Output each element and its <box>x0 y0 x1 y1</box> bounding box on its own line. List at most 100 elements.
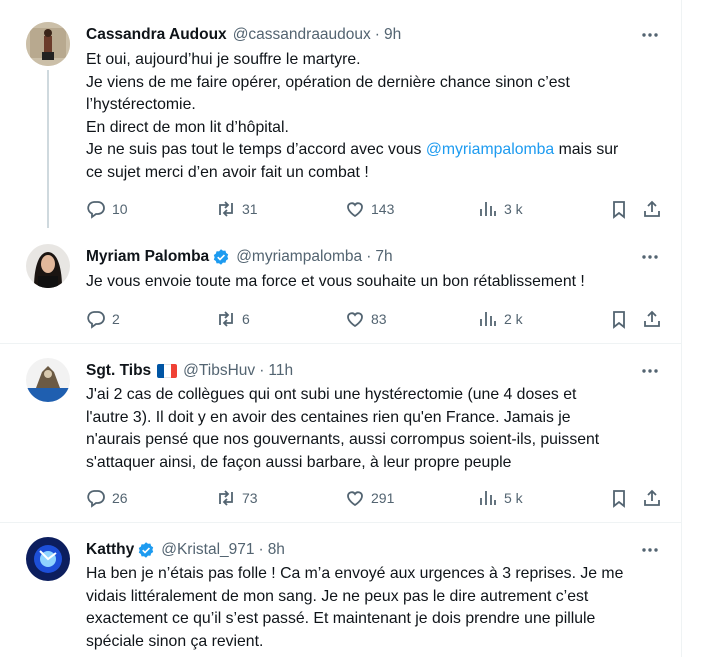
bookmark-icon <box>613 311 625 329</box>
reply-count: 26 <box>112 490 128 506</box>
flag-stripe <box>163 364 171 378</box>
mention-link[interactable]: @myriampalomba <box>426 141 554 158</box>
verified-badge-icon <box>139 542 154 558</box>
retweet-button[interactable]: 31 <box>216 197 258 221</box>
tweet-time[interactable]: 7h <box>375 248 392 266</box>
avatar-myriam[interactable] <box>26 244 70 288</box>
avatar-cassandra[interactable] <box>26 22 70 66</box>
share-button[interactable] <box>642 197 662 221</box>
separator-dot: · <box>366 248 372 265</box>
like-icon <box>347 491 363 507</box>
like-button[interactable]: 83 <box>345 307 387 331</box>
author-name[interactable]: Sgt. Tibs <box>86 362 151 380</box>
text-line: Je vous envoie toute ma force et vous so… <box>86 273 585 290</box>
retweet-button[interactable]: 6 <box>216 307 250 331</box>
bookmark-icon <box>613 201 625 219</box>
flag-stripe <box>157 364 164 378</box>
flag-stripe <box>170 364 178 378</box>
separator-dot: · <box>374 26 380 43</box>
reply-button[interactable]: 26 <box>86 486 128 510</box>
views-count: 2 k <box>504 311 523 327</box>
text-line: l’hystérectomie. <box>86 96 196 113</box>
separator-dot: · <box>258 541 264 558</box>
author-handle[interactable]: @Kristal_971 <box>161 541 254 559</box>
tweet-actions: 26 73 291 5 k <box>86 486 666 510</box>
views-icon <box>480 312 496 326</box>
retweet-button[interactable]: 73 <box>216 486 258 510</box>
author-name[interactable]: Myriam Palomba <box>86 248 209 266</box>
like-count: 291 <box>371 490 395 506</box>
tweet-time[interactable]: 9h <box>384 26 401 44</box>
text-line: s'attaquer ainsi, de façon aussi barbare… <box>86 453 512 471</box>
like-count: 143 <box>371 201 395 217</box>
tweet-actions: 10 31 143 3 k <box>86 197 666 221</box>
views-count: 5 k <box>504 490 523 506</box>
avatar-sgt-tibs[interactable] <box>26 358 70 402</box>
divider <box>0 522 681 523</box>
tweet-header: Cassandra Audoux @cassandraaudoux · 9h <box>86 24 661 46</box>
retweet-icon <box>219 311 233 327</box>
reply-button[interactable]: 2 <box>86 307 120 331</box>
text-line: Je ne suis pas tout le temps d’accord av… <box>86 139 641 162</box>
like-icon <box>347 202 363 218</box>
reply-icon <box>87 311 105 329</box>
text-line: spéciale sinon ça revient. <box>86 632 264 650</box>
more-icon[interactable] <box>641 26 659 44</box>
text-line: n'aurais pensé que nos gouvernants, auss… <box>86 431 600 448</box>
tweet-text: Je vous envoie toute ma force et vous so… <box>86 271 641 294</box>
avatar-katthy[interactable] <box>26 537 70 581</box>
share-icon <box>644 310 660 327</box>
like-count: 83 <box>371 311 387 327</box>
retweet-icon <box>219 490 233 506</box>
author-name[interactable]: Cassandra Audoux <box>86 26 227 44</box>
like-button[interactable]: 143 <box>345 197 394 221</box>
separator-dot: · <box>259 362 265 379</box>
share-button[interactable] <box>642 486 662 510</box>
text-line: Je viens de me faire opérer, opération d… <box>86 73 570 91</box>
more-icon[interactable] <box>641 541 659 559</box>
more-icon[interactable] <box>641 248 659 266</box>
verified-badge-icon <box>213 249 229 265</box>
divider <box>0 343 681 344</box>
retweet-count: 6 <box>242 311 250 327</box>
tweet-time[interactable]: 11h <box>268 362 293 380</box>
tweet-time[interactable]: 8h <box>268 541 285 559</box>
bookmark-button[interactable] <box>609 307 629 331</box>
author-handle[interactable]: @cassandraaudoux <box>233 26 371 44</box>
text-segment: mais sur <box>554 141 619 158</box>
like-button[interactable]: 291 <box>345 486 394 510</box>
reply-icon <box>87 490 105 508</box>
retweet-icon <box>219 201 233 217</box>
text-line: ce sujet merci d’en avoir fait un combat… <box>86 163 369 181</box>
views-button[interactable]: 2 k <box>478 307 523 331</box>
thread-line <box>47 70 49 228</box>
text-line: vidais littéralement de mon sang. Je ne … <box>86 587 589 605</box>
views-button[interactable]: 3 k <box>478 197 523 221</box>
reply-button[interactable]: 10 <box>86 197 128 221</box>
share-icon <box>644 489 660 506</box>
text-segment: Je ne suis pas tout le temps d’accord av… <box>86 141 426 158</box>
author-name[interactable]: Katthy <box>86 541 134 559</box>
author-handle[interactable]: @myriampalomba <box>236 248 362 266</box>
tweet-feed: Cassandra Audoux @cassandraaudoux · 9h E… <box>0 0 682 657</box>
text-line: J'ai 2 cas de collègues qui ont subi une… <box>86 386 577 403</box>
views-button[interactable]: 5 k <box>478 486 523 510</box>
bookmark-button[interactable] <box>609 486 629 510</box>
tweet-header: Katthy @Kristal_971 · 8h <box>86 539 661 561</box>
tweet-text: Ha ben je n’étais pas folle ! Ca m’a env… <box>86 563 641 653</box>
share-icon <box>644 200 660 217</box>
retweet-count: 31 <box>242 201 258 217</box>
tweet-actions: 2 6 83 2 k <box>86 307 666 331</box>
text-line: l'autre 3). Il doit y en avoir des centa… <box>86 408 571 426</box>
views-icon <box>480 491 496 505</box>
retweet-count: 73 <box>242 490 258 506</box>
author-handle[interactable]: @TibsHuv <box>183 362 255 380</box>
more-icon[interactable] <box>641 362 659 380</box>
tweet-text: J'ai 2 cas de collègues qui ont subi une… <box>86 384 641 474</box>
tweet-header: Sgt. Tibs @TibsHuv · 11h <box>86 360 661 382</box>
text-line: Ha ben je n’étais pas folle ! Ca m’a env… <box>86 565 624 582</box>
bookmark-button[interactable] <box>609 197 629 221</box>
text-line: exactement ce qu’il s’est passé. Et main… <box>86 610 596 627</box>
share-button[interactable] <box>642 307 662 331</box>
text-line: Et oui, aujourd’hui je souffre le martyr… <box>86 51 361 68</box>
